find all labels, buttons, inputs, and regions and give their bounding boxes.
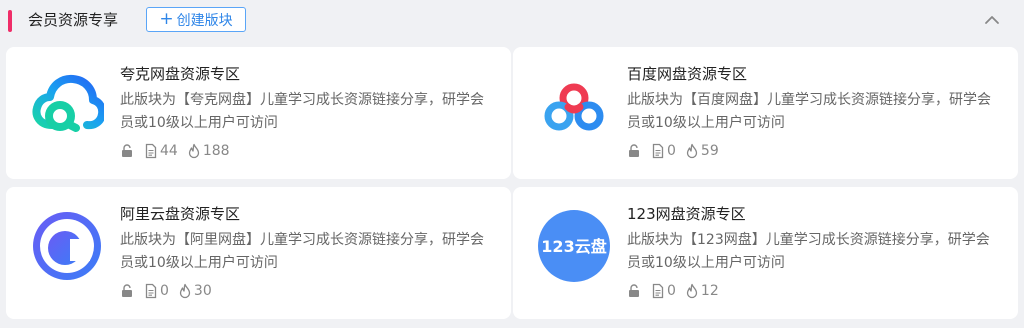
- fire-icon: [188, 143, 199, 159]
- thread-count: 44: [160, 143, 178, 159]
- thread-count: 0: [160, 283, 169, 299]
- lock-icon: [629, 284, 639, 297]
- board-card-quark[interactable]: 夸克网盘资源专区 此版块为【夸克网盘】儿童学习成长资源链接分享，研学会员或10级…: [6, 47, 511, 179]
- lock-icon: [122, 144, 132, 157]
- lock-icon: [629, 144, 639, 157]
- board-card-123pan[interactable]: 123云盘 123网盘资源专区 此版块为【123网盘】儿童学习成长资源链接分享，…: [513, 187, 1018, 319]
- create-board-button[interactable]: + 创建版块: [146, 7, 246, 32]
- section-header: 会员资源专享 + 创建版块: [0, 0, 1024, 42]
- member-resources-section: 会员资源专享 + 创建版块 夸克网盘资源专区 此版块为【夸克网盘】儿童学习成长资…: [0, 0, 1024, 328]
- board-stats: 44 188: [120, 141, 230, 161]
- plus-icon: +: [159, 8, 174, 29]
- thread-count: 0: [667, 283, 676, 299]
- lock-icon: [122, 284, 132, 297]
- document-icon: [652, 143, 664, 159]
- fire-icon: [686, 283, 698, 299]
- board-title[interactable]: 夸克网盘资源专区: [120, 63, 240, 85]
- board-title[interactable]: 阿里云盘资源专区: [120, 203, 240, 225]
- section-accent-bar: [8, 10, 12, 32]
- board-card-aliyun[interactable]: 阿里云盘资源专区 此版块为【阿里网盘】儿童学习成长资源链接分享，研学会员或10级…: [6, 187, 511, 319]
- chevron-up-icon[interactable]: [982, 10, 1002, 30]
- fire-icon: [686, 143, 698, 159]
- section-title: 会员资源专享: [28, 11, 119, 29]
- board-stats: 0 12: [627, 281, 719, 301]
- board-stats: 0 59: [627, 141, 719, 161]
- board-description: 此版块为【夸克网盘】儿童学习成长资源链接分享，研学会员或10级以上用户可访问: [120, 92, 484, 131]
- 123pan-logo-icon: 123云盘: [538, 210, 610, 282]
- document-icon: [145, 283, 157, 299]
- document-icon: [145, 143, 157, 159]
- quark-cloud-logo-icon: [32, 74, 104, 132]
- board-description: 此版块为【阿里网盘】儿童学习成长资源链接分享，研学会员或10级以上用户可访问: [120, 232, 484, 271]
- board-stats: 0 30: [120, 281, 212, 301]
- board-description: 此版块为【百度网盘】儿童学习成长资源链接分享，研学会员或10级以上用户可访问: [627, 92, 991, 131]
- fire-icon: [179, 283, 191, 299]
- create-board-label: 创建版块: [176, 12, 233, 29]
- board-description: 此版块为【123网盘】儿童学习成长资源链接分享，研学会员或10级以上用户可访问: [627, 232, 990, 271]
- aliyun-drive-logo-icon: [33, 212, 101, 280]
- board-title[interactable]: 123网盘资源专区: [627, 203, 746, 225]
- thread-count: 0: [667, 143, 676, 159]
- board-card-baidu[interactable]: 百度网盘资源专区 此版块为【百度网盘】儿童学习成长资源链接分享，研学会员或10级…: [513, 47, 1018, 179]
- document-icon: [652, 283, 664, 299]
- board-title[interactable]: 百度网盘资源专区: [627, 63, 747, 85]
- heat-count: 12: [700, 283, 719, 299]
- baidu-netdisk-logo-icon: [544, 83, 604, 131]
- heat-count: 30: [193, 283, 212, 299]
- heat-count: 59: [700, 143, 719, 159]
- 123pan-logo-text: 123云盘: [541, 237, 606, 256]
- heat-count: 188: [202, 143, 230, 159]
